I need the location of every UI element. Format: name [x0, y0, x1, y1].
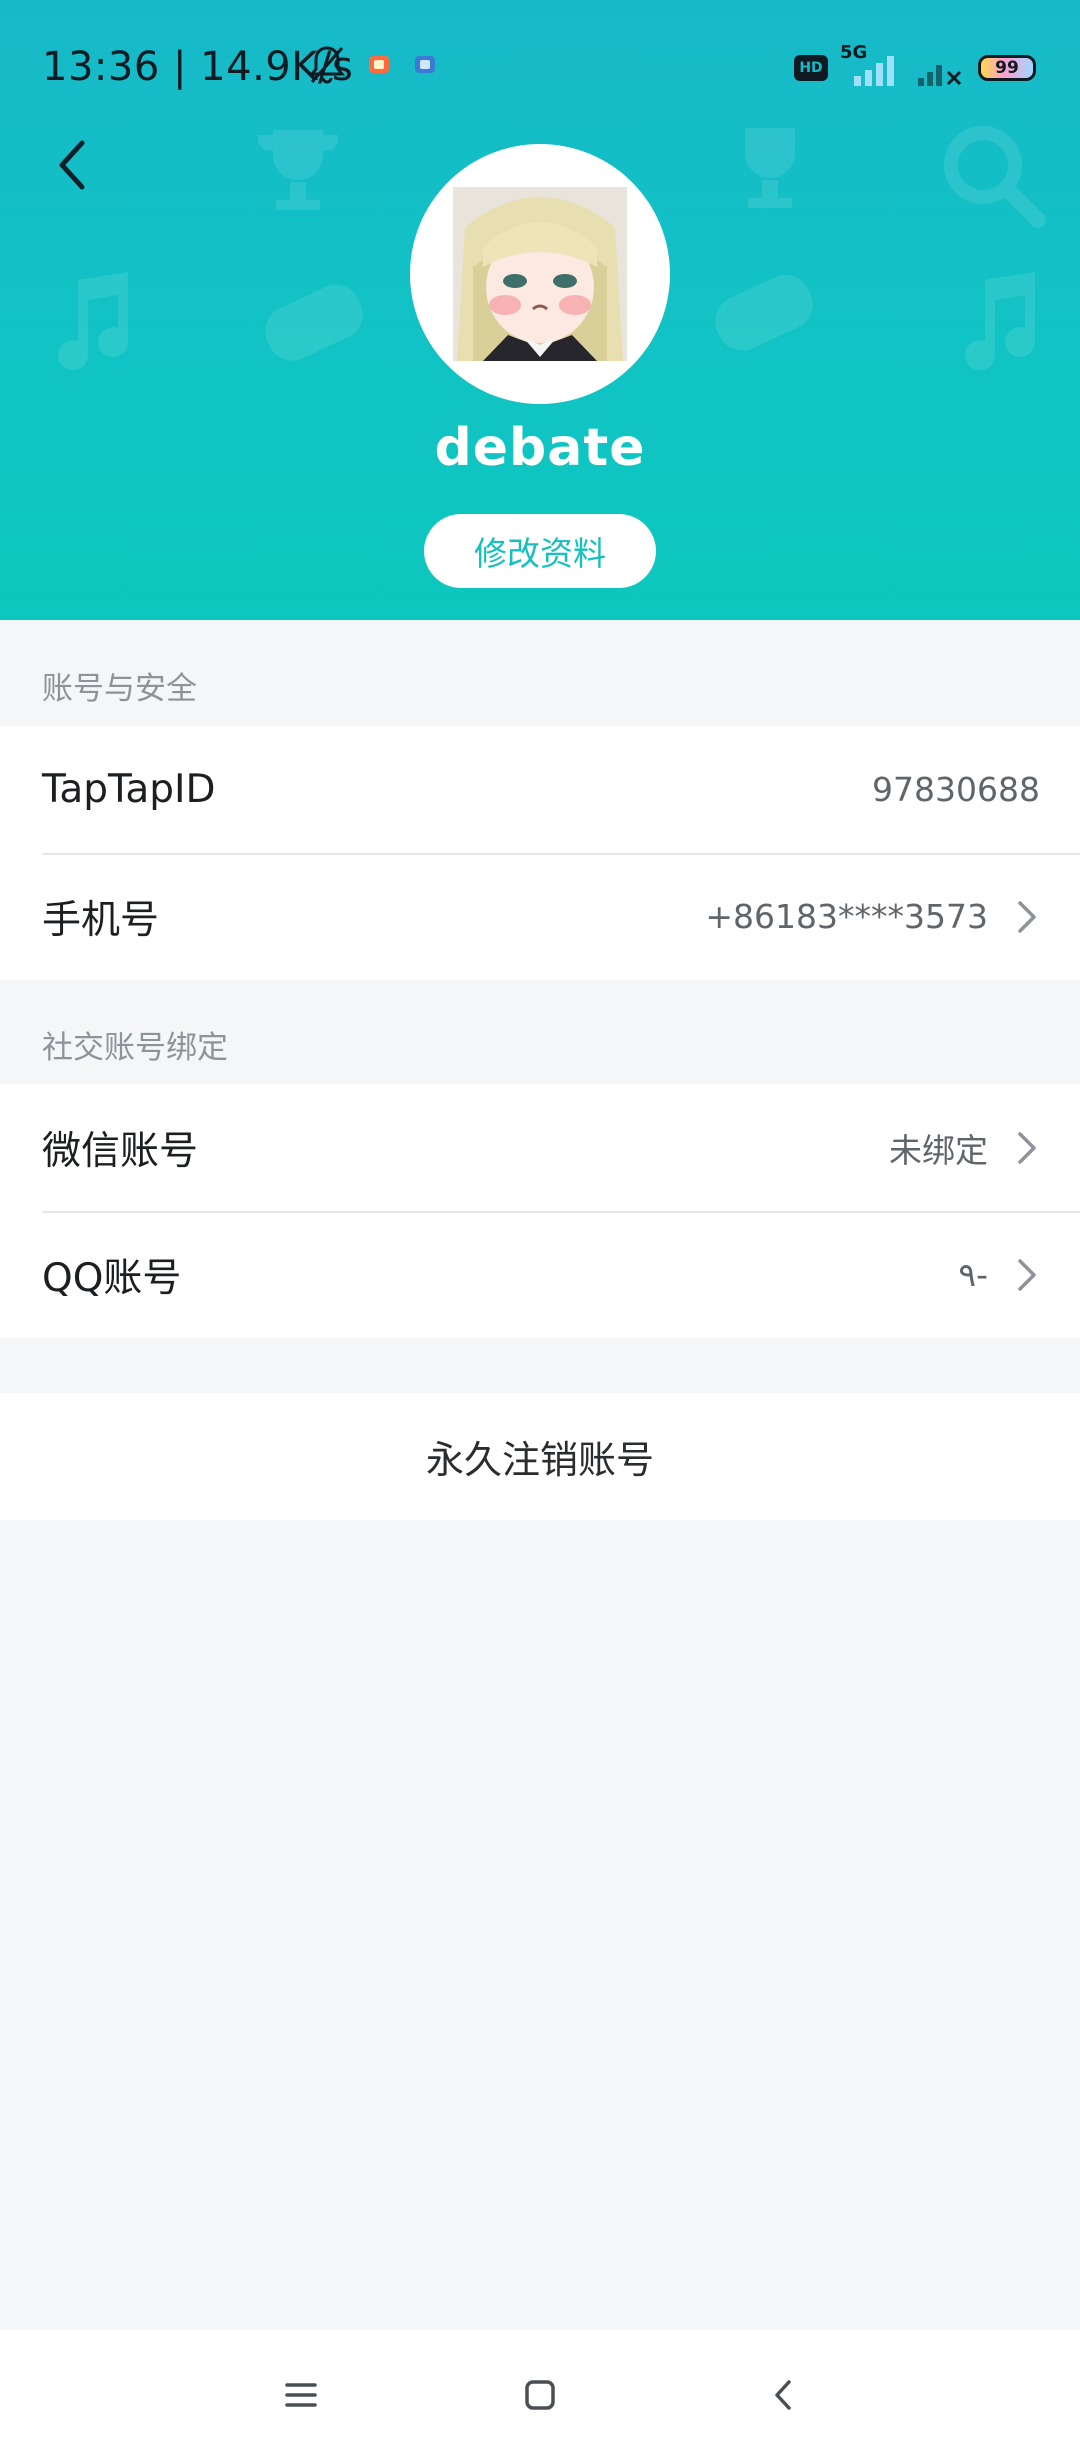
chevron-right-icon	[1018, 1131, 1036, 1164]
app-notification-icon	[369, 56, 389, 73]
row-label: 微信账号	[42, 1128, 199, 1174]
app-notification-icon	[415, 56, 435, 73]
chevron-right-icon	[1018, 1258, 1036, 1291]
chevron-right-icon	[1018, 900, 1036, 933]
music-note-deco-icon	[965, 272, 1036, 371]
taptap-id-value: 97830688	[872, 770, 1040, 809]
status-time: 13:36 | 14.9K/s	[42, 44, 354, 90]
account-settings-screen: 13:36 | 14.9K/s HD 5G 99 debate 修改资料 账号与…	[0, 0, 1080, 2460]
mute-bell-icon	[308, 46, 346, 84]
avatar-image	[453, 187, 627, 361]
signal-icon: 5G	[840, 42, 904, 88]
social-binding-group: 微信账号 未绑定 QQ账号 ٩-	[0, 1084, 1080, 1338]
phone-value: +86183****3573	[705, 897, 988, 936]
avatar[interactable]	[410, 144, 670, 404]
home-button[interactable]	[505, 2360, 575, 2430]
menu-icon	[285, 2383, 317, 2407]
qq-value: ٩-	[958, 1255, 988, 1294]
home-square-icon	[525, 2380, 555, 2410]
anime-girl-avatar-icon	[453, 187, 627, 361]
music-note-deco-icon	[58, 272, 129, 371]
wechat-row[interactable]: 微信账号 未绑定	[0, 1084, 1080, 1211]
delete-account-button[interactable]: 永久注销账号	[0, 1393, 1080, 1520]
status-bar: 13:36 | 14.9K/s HD 5G 99	[0, 0, 1080, 130]
edit-profile-button[interactable]: 修改资料	[424, 514, 656, 588]
back-button[interactable]	[748, 2360, 818, 2430]
menu-button[interactable]	[266, 2360, 336, 2430]
system-nav-bar	[0, 2330, 1080, 2460]
profile-header: 13:36 | 14.9K/s HD 5G 99 debate 修改资料	[0, 0, 1080, 620]
qq-row[interactable]: QQ账号 ٩-	[0, 1211, 1080, 1338]
delete-account-label: 永久注销账号	[425, 1438, 654, 1482]
gamepad-deco-icon	[265, 284, 363, 361]
trophy-deco-icon	[258, 130, 338, 210]
back-triangle-icon	[775, 2380, 791, 2410]
phone-row[interactable]: 手机号 +86183****3573	[0, 853, 1080, 980]
section-title-account-security: 账号与安全	[42, 671, 197, 707]
signal-no-service-icon	[918, 65, 962, 86]
battery-icon: 99	[978, 55, 1036, 81]
account-security-group: TapTapID 97830688 手机号 +86183****3573	[0, 726, 1080, 980]
section-title-social-binding: 社交账号绑定	[42, 1030, 228, 1066]
row-label: TapTapID	[42, 767, 216, 812]
row-label: 手机号	[42, 897, 160, 943]
username: debate	[434, 418, 646, 478]
hd-icon: HD	[794, 55, 828, 81]
gamepad-deco-icon	[715, 274, 813, 351]
taptap-id-row[interactable]: TapTapID 97830688	[0, 726, 1080, 853]
wechat-value: 未绑定	[889, 1130, 988, 1170]
row-label: QQ账号	[42, 1255, 182, 1301]
trophy-deco-icon	[745, 128, 795, 208]
chevron-left-icon[interactable]	[48, 135, 98, 195]
search-deco-icon	[944, 126, 1046, 228]
